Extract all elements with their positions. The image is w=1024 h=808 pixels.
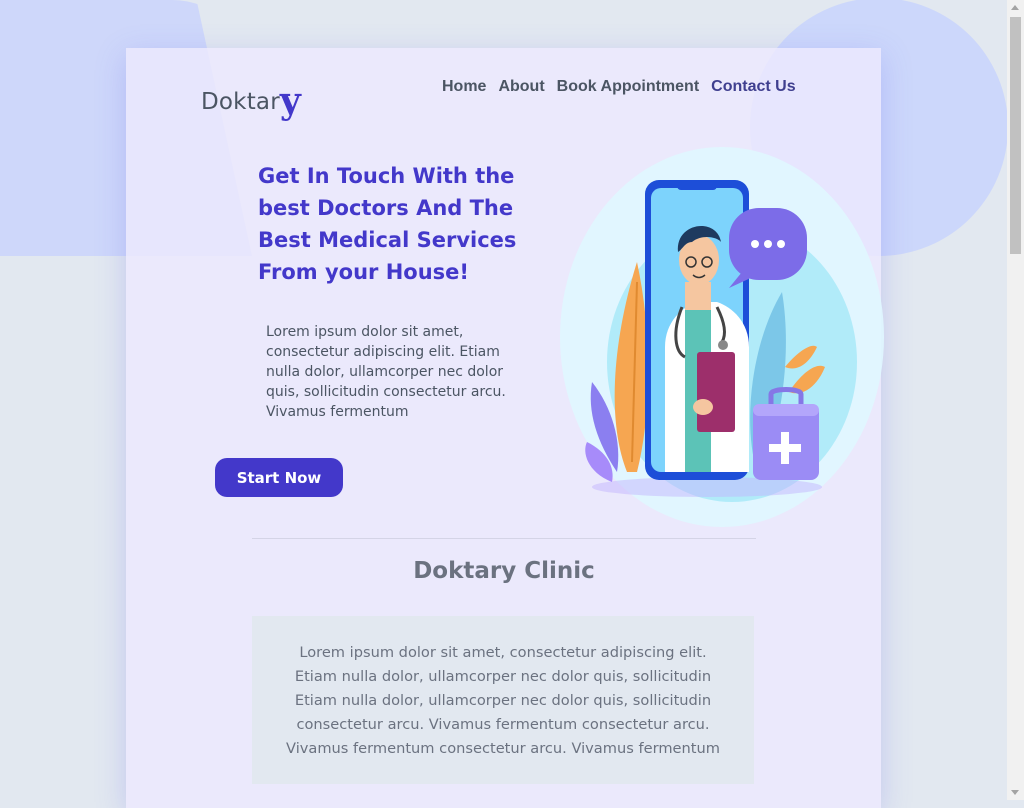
doctor-illustration <box>560 147 884 527</box>
vertical-scrollbar[interactable] <box>1007 0 1024 800</box>
clinic-description-box: Lorem ipsum dolor sit amet, consectetur … <box>252 616 754 784</box>
logo-accent: y <box>279 80 301 122</box>
scroll-down-icon[interactable] <box>1011 790 1019 795</box>
page-card: Doktary Home About Book Appointment Cont… <box>126 48 884 808</box>
scrollbar-thumb[interactable] <box>1010 17 1021 254</box>
hero-text: Lorem ipsum dolor sit amet, consectetur … <box>266 324 506 420</box>
start-now-button[interactable]: Start Now <box>215 458 343 497</box>
logo[interactable]: Doktary <box>201 76 301 122</box>
main-nav: Home About Book Appointment Contact Us <box>442 78 796 96</box>
nav-home[interactable]: Home <box>442 78 486 96</box>
nav-book-appointment[interactable]: Book Appointment <box>557 78 700 96</box>
clinic-title: Doktary Clinic <box>413 558 595 584</box>
section-divider <box>252 538 756 539</box>
nav-contact-us[interactable]: Contact Us <box>711 78 795 96</box>
logo-text: Doktar <box>201 89 280 115</box>
nav-about[interactable]: About <box>498 78 544 96</box>
scroll-up-icon[interactable] <box>1011 5 1019 10</box>
clinic-text: Lorem ipsum dolor sit amet, consectetur … <box>286 644 720 757</box>
hero-title: Get In Touch With the best Doctors And T… <box>258 164 517 284</box>
